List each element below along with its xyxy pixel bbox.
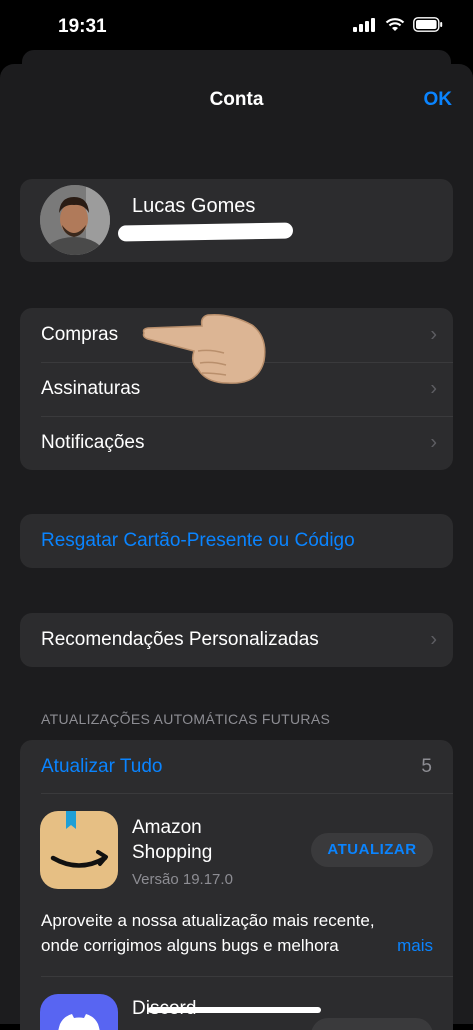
menu-item-label: Compras: [41, 324, 119, 345]
update-all-row: Atualizar Tudo 5: [20, 740, 453, 794]
status-time: 19:31: [58, 16, 107, 37]
profile-name: Lucas Gomes: [132, 195, 256, 217]
app-version: Versão 19.17.0: [132, 871, 233, 888]
more-link[interactable]: mais: [389, 933, 433, 958]
menu-item-notificacoes[interactable]: Notificações ›: [20, 416, 453, 470]
avatar: [40, 185, 110, 255]
home-indicator: [148, 1007, 321, 1013]
release-notes: Aproveite a nossa atualização mais recen…: [41, 911, 375, 955]
recommendations-label: Recomendações Personalizadas: [41, 629, 319, 650]
update-app-button[interactable]: ATUALIZAR: [311, 833, 433, 867]
menu-item-label: Assinaturas: [41, 378, 141, 399]
chevron-right-icon: ›: [430, 323, 437, 346]
update-all-button[interactable]: Atualizar Tudo: [41, 756, 162, 778]
chevron-right-icon: ›: [430, 628, 437, 651]
update-app-button[interactable]: [311, 1018, 433, 1030]
discord-app-icon: [40, 994, 118, 1030]
amazon-app-icon: [40, 811, 118, 889]
redeem-card: Resgatar Cartão-Presente ou Código: [20, 514, 453, 568]
recommendations-card: Recomendações Personalizadas ›: [20, 613, 453, 667]
divider: [41, 976, 453, 977]
pointing-hand-icon: [142, 313, 266, 384]
profile-card[interactable]: Lucas Gomes: [20, 179, 453, 262]
page-title: Conta: [209, 89, 264, 110]
menu-item-label: Notificações: [41, 432, 145, 453]
status-icons: [353, 17, 443, 32]
updates-card: Atualizar Tudo 5 Amazon Shopping Versão …: [20, 740, 453, 1030]
chevron-right-icon: ›: [430, 431, 437, 454]
wifi-icon: [385, 18, 405, 31]
ok-button[interactable]: OK: [424, 89, 453, 111]
divider: [41, 793, 453, 794]
signal-icon: [353, 17, 375, 32]
chevron-right-icon: ›: [430, 377, 437, 400]
redeem-gift-card-button[interactable]: Resgatar Cartão-Presente ou Código: [20, 514, 453, 568]
status-bar: 19:31: [0, 0, 473, 56]
update-count: 5: [421, 756, 432, 777]
personalized-recommendations-item[interactable]: Recomendações Personalizadas ›: [20, 613, 453, 667]
battery-icon: [413, 17, 443, 32]
section-header: ATUALIZAÇÕES AUTOMÁTICAS FUTURAS: [41, 711, 331, 727]
app-name: Amazon Shopping: [132, 817, 213, 863]
redacted-scribble: [117, 222, 294, 242]
